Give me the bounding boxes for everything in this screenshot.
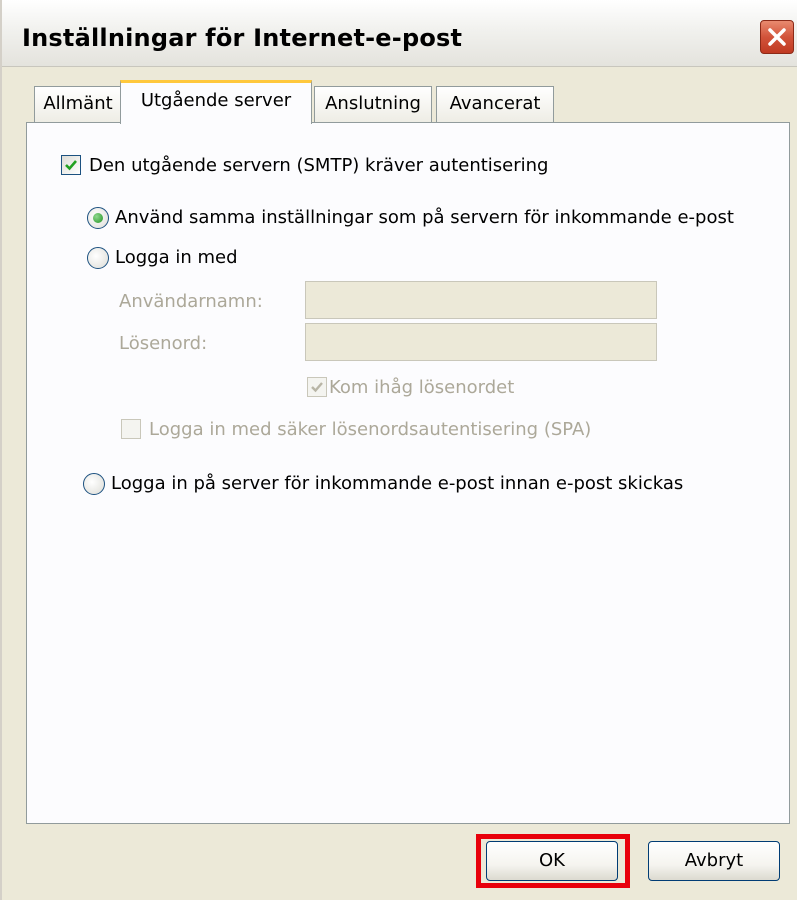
- tab-utgaende-server[interactable]: Utgående server: [120, 80, 312, 124]
- use-same-settings-radio[interactable]: [87, 207, 109, 229]
- tab-avancerat-label: Avancerat: [449, 93, 541, 114]
- username-field[interactable]: [305, 281, 657, 319]
- spa-checkbox[interactable]: [121, 419, 141, 439]
- tab-panel-utgaende-server: Den utgående servern (SMTP) kräver auten…: [26, 122, 790, 824]
- log-on-with-radio[interactable]: [87, 247, 109, 269]
- radio-selected-dot: [93, 213, 103, 223]
- tab-utgaende-server-label: Utgående server: [140, 90, 292, 111]
- tab-allmant[interactable]: Allmänt: [34, 86, 122, 122]
- ok-button-label: OK: [539, 850, 565, 871]
- title-bar[interactable]: Inställningar för Internet-e-post: [2, 0, 797, 67]
- password-field[interactable]: [305, 323, 657, 361]
- tab-anslutning[interactable]: Anslutning: [314, 86, 432, 122]
- ok-button[interactable]: OK: [486, 841, 618, 881]
- tab-anslutning-label: Anslutning: [325, 93, 421, 114]
- tab-allmant-label: Allmänt: [43, 93, 113, 114]
- remember-password-checkbox[interactable]: [307, 377, 327, 397]
- smtp-auth-label[interactable]: Den utgående servern (SMTP) kräver auten…: [89, 155, 548, 176]
- log-on-incoming-radio[interactable]: [83, 473, 105, 495]
- cancel-button[interactable]: Avbryt: [648, 841, 780, 881]
- remember-password-label[interactable]: Kom ihåg lösenordet: [329, 377, 514, 398]
- use-same-settings-label[interactable]: Använd samma inställningar som på server…: [115, 207, 734, 228]
- spa-label[interactable]: Logga in med säker lösenordsautentiserin…: [149, 419, 591, 440]
- log-on-incoming-label[interactable]: Logga in på server för inkommande e-post…: [111, 473, 683, 494]
- close-button[interactable]: [760, 20, 794, 54]
- settings-dialog: Inställningar för Internet-e-post Allmän…: [0, 0, 797, 900]
- password-label: Lösenord:: [119, 333, 208, 354]
- tab-avancerat[interactable]: Avancerat: [436, 86, 554, 122]
- username-label: Användarnamn:: [119, 291, 263, 312]
- smtp-auth-checkbox[interactable]: [61, 155, 81, 175]
- cancel-button-label: Avbryt: [684, 850, 744, 871]
- window-title: Inställningar för Internet-e-post: [22, 24, 463, 52]
- log-on-with-label[interactable]: Logga in med: [115, 247, 238, 268]
